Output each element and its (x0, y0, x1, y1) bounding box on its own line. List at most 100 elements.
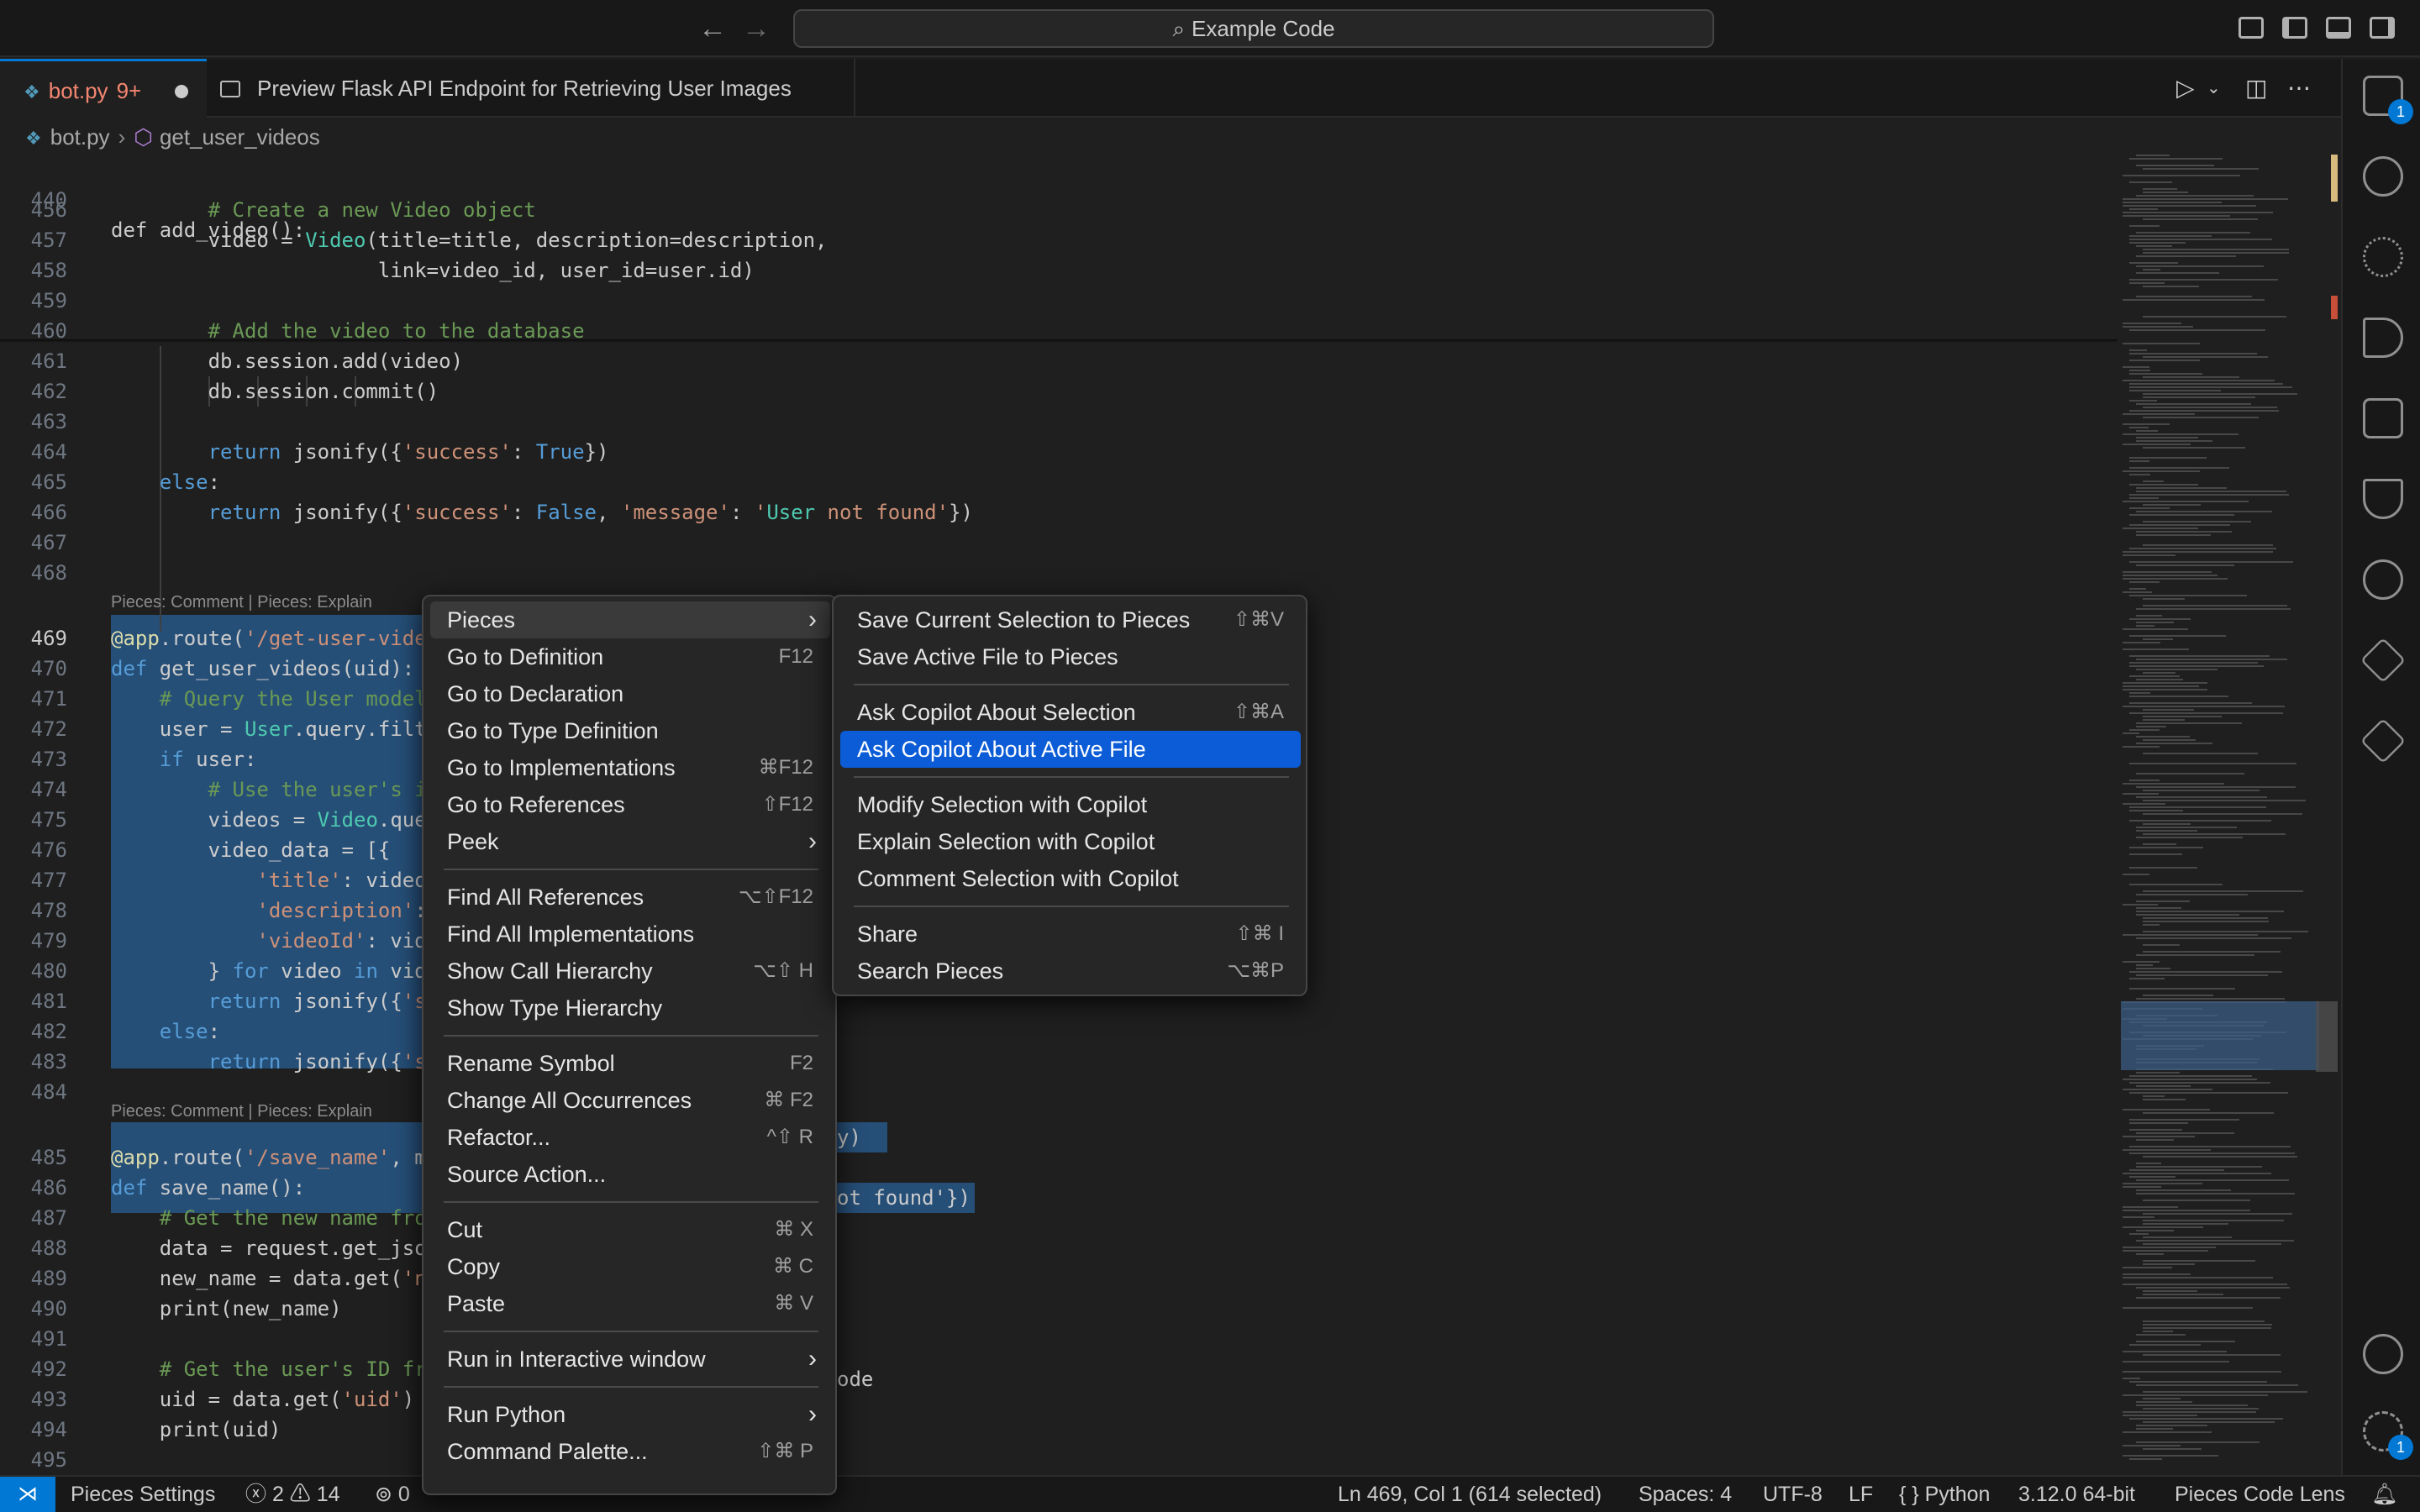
code-line[interactable]: 487 # Get the new name fro (0, 1203, 2118, 1233)
more-actions-icon[interactable]: ⋯ (2287, 74, 2311, 102)
submenu-item[interactable]: Modify Selection with Copilot (840, 786, 1301, 823)
menu-item[interactable]: Find All References ⌥⇧F12 (430, 879, 830, 916)
submenu-item[interactable]: Save Active File to Pieces (840, 638, 1301, 675)
extensions-icon[interactable] (2363, 398, 2403, 438)
menu-item[interactable]: Copy ⌘ C (430, 1248, 830, 1285)
menu-item[interactable]: Go to Declaration (430, 675, 830, 712)
code-line[interactable]: 493 uid = data.get('uid') (0, 1384, 2118, 1415)
code-line[interactable]: 482 else: (0, 1016, 2118, 1047)
code-line[interactable]: 488 data = request.get_jso (0, 1233, 2118, 1263)
toggle-panel-icon[interactable] (2326, 17, 2351, 39)
menu-item[interactable]: Find All Implementations (430, 916, 830, 953)
status-encoding[interactable]: UTF-8 (1763, 1477, 1823, 1512)
forward-arrow-icon[interactable]: → (739, 12, 773, 45)
code-text: ot found'}) (837, 1186, 971, 1210)
submenu-item[interactable]: Explain Selection with Copilot (840, 823, 1301, 860)
code-line[interactable]: 459 (0, 286, 2118, 316)
submenu-item[interactable]: Search Pieces ⌥⌘P (840, 953, 1301, 990)
command-center-search[interactable]: ⌕ Example Code (793, 9, 1714, 48)
menu-item[interactable]: Change All Occurrences ⌘ F2 (430, 1082, 830, 1119)
menu-item[interactable]: Show Call Hierarchy ⌥⇧ H (430, 953, 830, 990)
code-lens-pieces[interactable]: Pieces: Comment | Pieces: Explain (111, 1099, 372, 1124)
menu-item[interactable]: Paste ⌘ V (430, 1285, 830, 1322)
source-control-icon[interactable] (2363, 237, 2403, 277)
code-line[interactable]: 494 print(uid) (0, 1415, 2118, 1445)
accounts-icon[interactable] (2363, 1334, 2403, 1374)
menu-item[interactable]: Go to Definition F12 (430, 638, 830, 675)
code-line[interactable]: 464 return jsonify({'success': True}) (0, 437, 2118, 467)
status-eol[interactable]: LF (1849, 1477, 1873, 1512)
notifications-bell-icon[interactable]: 🔔︎ (2371, 1477, 2398, 1512)
menu-item[interactable]: Source Action... (430, 1156, 830, 1193)
toggle-primary-sidebar-icon[interactable] (2282, 17, 2307, 39)
submenu-item[interactable]: Ask Copilot About Selection ⇧⌘A (840, 694, 1301, 731)
pieces-icon[interactable] (2363, 559, 2403, 600)
run-dropdown-chevron-icon[interactable]: ⌄ (2207, 74, 2221, 102)
toggle-secondary-sidebar-icon[interactable] (2370, 17, 2395, 39)
tab-bot-py[interactable]: ❖ bot.py 9+ (0, 59, 207, 118)
menu-item[interactable]: Show Type Hierarchy (430, 990, 830, 1026)
status-problems[interactable]: ⓧ 2 ⚠ 14 (245, 1477, 340, 1512)
status-pieces-settings[interactable]: Pieces Settings (71, 1477, 215, 1512)
code-line[interactable]: 467 (0, 528, 2118, 558)
code-line[interactable]: 491 (0, 1324, 2118, 1354)
menu-item[interactable]: Run in Interactive window › (430, 1341, 830, 1378)
menu-item[interactable]: Go to Type Definition (430, 712, 830, 749)
code-line[interactable]: 466 return jsonify({'success': False, 'm… (0, 497, 2118, 528)
code-line[interactable]: 483 return jsonify({'s (0, 1047, 2118, 1077)
status-indentation[interactable]: Spaces: 4 (1639, 1477, 1732, 1512)
code-line[interactable]: 490 print(new_name) (0, 1294, 2118, 1324)
unsaved-dot-icon[interactable] (175, 85, 188, 98)
code-line[interactable]: 489 new_name = data.get('n (0, 1263, 2118, 1294)
code-lens-pieces[interactable]: Pieces: Comment | Pieces: Explain (111, 590, 372, 615)
pieces-copilot-icon[interactable] (2360, 637, 2407, 684)
code-line[interactable]: 457 video = Video(title=title, descripti… (0, 225, 2118, 255)
minimap-slider[interactable] (2121, 1001, 2319, 1070)
testing-flask-icon[interactable] (2363, 479, 2403, 519)
code-line[interactable]: 468 (0, 558, 2118, 588)
menu-item[interactable]: Run Python › (430, 1396, 830, 1433)
menu-item[interactable]: Cut ⌘ X (430, 1211, 830, 1248)
menu-item[interactable]: Refactor... ^⇧ R (430, 1119, 830, 1156)
minimap[interactable] (2118, 155, 2321, 1475)
status-cursor-position[interactable]: Ln 469, Col 1 (614 selected) (1338, 1477, 1602, 1512)
menu-item[interactable]: Command Palette... ⇧⌘ P (430, 1433, 830, 1470)
vertical-scrollbar-thumb[interactable] (2316, 1001, 2338, 1072)
status-language[interactable]: { } Python (1899, 1477, 1990, 1512)
submenu-item[interactable]: Save Current Selection to Pieces ⇧⌘V (840, 601, 1301, 638)
split-editor-icon[interactable]: ◫ (2245, 74, 2267, 102)
status-interpreter[interactable]: 3.12.0 64-bit (2018, 1477, 2135, 1512)
submenu-item[interactable]: Share ⇧⌘ I (840, 916, 1301, 953)
remote-icon[interactable]: ⋊ (0, 1477, 55, 1512)
search-icon[interactable] (2363, 156, 2403, 197)
code-line[interactable]: 456 # Create a new Video object (0, 195, 2118, 225)
tab-preview[interactable]: Preview Flask API Endpoint for Retrievin… (208, 59, 855, 118)
code-line[interactable]: 465 else: (0, 467, 2118, 497)
breadcrumb-file[interactable]: bot.py (50, 124, 110, 150)
submenu-item[interactable]: Comment Selection with Copilot (840, 860, 1301, 897)
code-line[interactable]: 486 def save_name(): (0, 1173, 2118, 1203)
menu-item[interactable]: Pieces › (430, 601, 830, 638)
code-line[interactable]: 463 (0, 407, 2118, 437)
submenu-item[interactable]: Ask Copilot About Active File (840, 731, 1301, 768)
status-ports[interactable]: ⊚ 0 (375, 1477, 410, 1512)
breadcrumb-symbol[interactable]: get_user_videos (160, 124, 320, 150)
customize-layout-icon[interactable] (2238, 17, 2264, 39)
code-line[interactable]: 492 # Get the user's ID fr (0, 1354, 2118, 1384)
pieces-drive-icon[interactable] (2360, 717, 2407, 764)
run-and-debug-icon[interactable] (2363, 318, 2403, 358)
code-line[interactable]: 458 link=video_id, user_id=user.id) (0, 255, 2118, 286)
code-line[interactable]: 461 db.session.add(video) (0, 346, 2118, 376)
code-line[interactable]: 462 db.session.commit() (0, 376, 2118, 407)
menu-item[interactable]: Peek › (430, 823, 830, 860)
code-line[interactable]: 485 @app.route('/save_name', m (0, 1142, 2118, 1173)
menu-item[interactable]: Go to Implementations ⌘F12 (430, 749, 830, 786)
menu-item[interactable]: Go to References ⇧F12 (430, 786, 830, 823)
status-pieces-code-lens[interactable]: Pieces Code Lens (2175, 1477, 2345, 1512)
back-arrow-icon[interactable]: ← (696, 12, 729, 45)
menu-item[interactable]: Rename Symbol F2 (430, 1045, 830, 1082)
code-line[interactable]: 495 (0, 1445, 2118, 1475)
code-line[interactable]: 460 # Add the video to the database (0, 316, 2118, 346)
run-icon[interactable]: ▷ (2176, 74, 2195, 102)
sticky-scroll-line[interactable]: 440 def add_video(): (0, 155, 2118, 242)
